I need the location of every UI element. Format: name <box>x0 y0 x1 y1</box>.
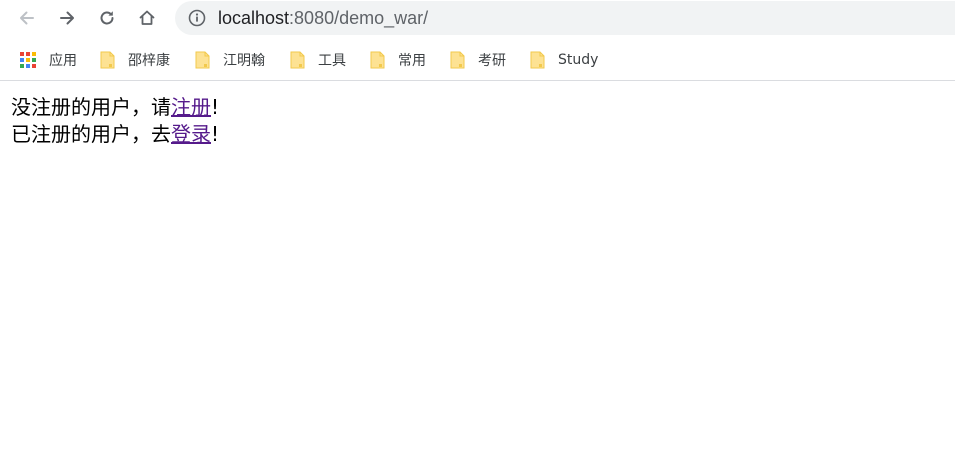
folder-icon <box>370 51 385 69</box>
bookmark-label: 考研 <box>478 53 506 69</box>
home-button[interactable] <box>132 3 162 33</box>
url-path: :8080/demo_war/ <box>289 8 429 28</box>
browser-toolbar: localhost:8080/demo_war/ <box>0 0 955 36</box>
bookmark-folder-1[interactable]: 邵梓康 <box>100 49 170 71</box>
bookmark-label: 工具 <box>318 53 346 69</box>
reload-button[interactable] <box>92 3 122 33</box>
bookmark-folder-3[interactable]: 工具 <box>290 49 346 71</box>
folder-icon <box>530 51 545 69</box>
register-prompt: 没注册的用户，请 <box>11 95 171 119</box>
bookmarks-bar: 应用 邵梓康 江明翰 工具 常用 考研 Study <box>0 40 955 81</box>
page-content: 没注册的用户，请注册! 已注册的用户，去登录! <box>11 94 219 148</box>
bookmark-label: 邵梓康 <box>128 53 170 69</box>
forward-button[interactable] <box>52 3 82 33</box>
register-line: 没注册的用户，请注册! <box>11 94 219 121</box>
bookmark-folder-2[interactable]: 江明翰 <box>195 49 265 71</box>
bookmark-folder-5[interactable]: 考研 <box>450 49 506 71</box>
login-prompt: 已注册的用户，去 <box>11 122 171 146</box>
bookmark-apps[interactable]: 应用 <box>20 49 77 71</box>
bookmark-label: 应用 <box>49 53 77 69</box>
back-button[interactable] <box>12 3 42 33</box>
bookmark-label: 常用 <box>398 53 426 69</box>
folder-icon <box>290 51 305 69</box>
url-text[interactable]: localhost:8080/demo_war/ <box>218 7 428 29</box>
bookmark-folder-4[interactable]: 常用 <box>370 49 426 71</box>
apps-grid-icon <box>20 52 36 68</box>
bookmark-label: Study <box>558 52 599 68</box>
bookmark-folder-6[interactable]: Study <box>530 49 598 71</box>
address-bar[interactable]: localhost:8080/demo_war/ <box>175 1 955 35</box>
folder-icon <box>450 51 465 69</box>
home-icon <box>139 10 155 25</box>
arrow-left-icon <box>20 11 34 25</box>
register-suffix: ! <box>211 95 220 119</box>
info-icon[interactable] <box>188 9 206 27</box>
folder-icon <box>195 51 210 69</box>
folder-icon <box>100 51 115 69</box>
register-link[interactable]: 注册 <box>171 95 211 119</box>
arrow-right-icon <box>60 11 74 25</box>
reload-icon <box>100 11 114 25</box>
bookmark-label: 江明翰 <box>223 53 265 69</box>
login-suffix: ! <box>211 122 220 146</box>
login-line: 已注册的用户，去登录! <box>11 121 219 148</box>
login-link[interactable]: 登录 <box>171 122 211 146</box>
url-host: localhost <box>218 8 290 28</box>
